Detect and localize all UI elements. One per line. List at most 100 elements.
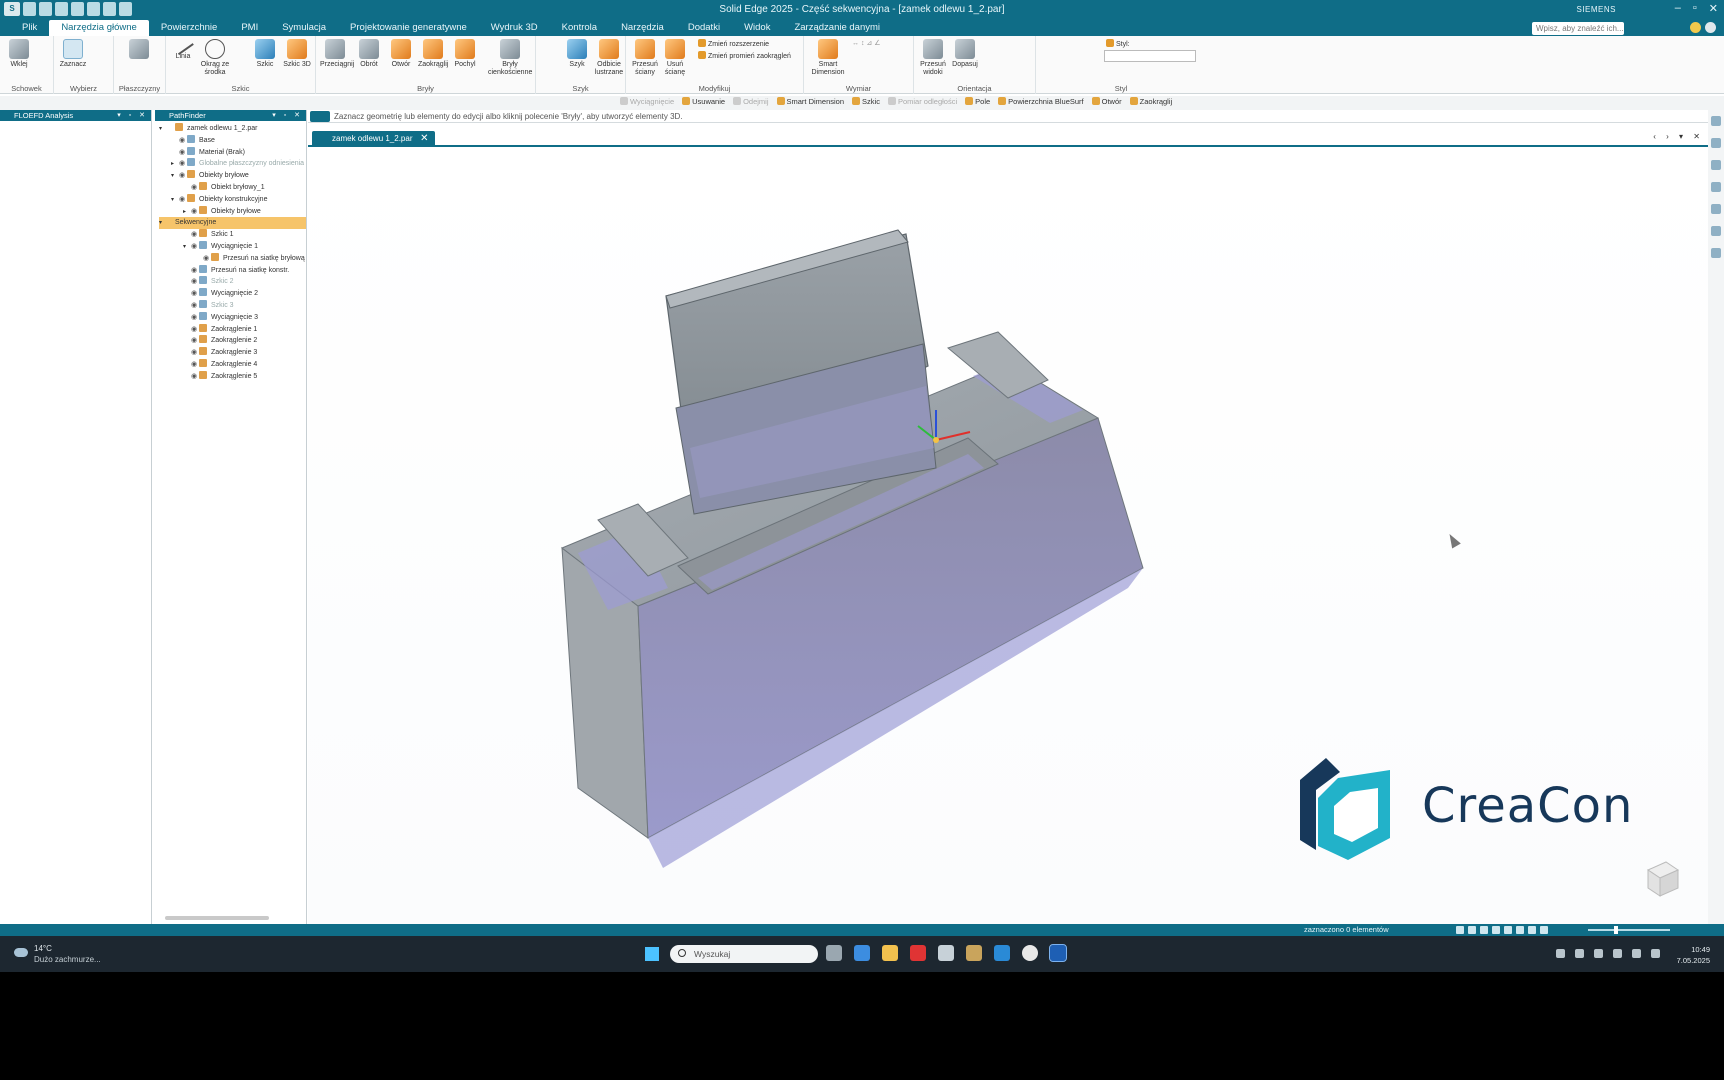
tree-node[interactable]: ◉ Materiał (Brak) [159,146,306,159]
snipping-tool-icon[interactable] [938,945,954,961]
cmd-measure-distance[interactable]: Pomiar odległości [888,97,957,106]
notes-icon[interactable] [966,945,982,961]
cmd-remove[interactable]: Usuwanie [682,97,725,106]
thin-wall-button[interactable]: Bryły cienkościenne [488,39,532,77]
visibility-icon[interactable]: ◉ [179,147,187,159]
visibility-icon[interactable]: ◉ [191,182,199,194]
tab-dodatki[interactable]: Dodatki [676,20,732,36]
store-icon[interactable] [994,945,1010,961]
opera-icon[interactable] [910,945,926,961]
fit-view-icon[interactable] [1480,926,1488,934]
cmd-bluesurf[interactable]: Powierzchnia BlueSurf [998,97,1083,106]
views-icon[interactable] [1516,926,1524,934]
sketch-button[interactable]: Szkic [250,39,280,69]
zoom-slider-handle[interactable] [1614,926,1618,934]
rotate-icon[interactable] [1504,926,1512,934]
visibility-icon[interactable]: ◉ [203,253,211,265]
visibility-icon[interactable]: ◉ [191,347,199,359]
tab-powierzchnie[interactable]: Powierzchnie [149,20,230,36]
battery-icon[interactable] [1651,949,1660,958]
visibility-icon[interactable]: ◉ [179,194,187,206]
maximize-button[interactable]: ▫ [1693,2,1697,15]
visibility-icon[interactable]: ◉ [191,335,199,347]
round-button[interactable]: Zaokrąglij [418,39,448,69]
visibility-icon[interactable]: ◉ [191,206,199,218]
fit-button[interactable]: Dopasuj [950,39,980,69]
task-view-icon[interactable] [826,945,842,961]
help-icon[interactable] [1705,22,1716,33]
tool-icon-6[interactable] [1711,226,1721,236]
change-round-radius-button[interactable]: Zmień promień zaokrągleń [698,51,791,60]
copilot-icon[interactable] [854,945,870,961]
tree-node[interactable]: ◉ Przesuń na siatkę bryłową [159,252,306,265]
tree-node[interactable]: ▾ ◉ Wyciągnięcie 1 [159,240,306,253]
tree-node[interactable]: ▸ ◉ Obiekty bryłowe [159,205,306,218]
document-tab[interactable]: zamek odlewu 1_2.par ✕ [312,131,435,147]
change-extension-button[interactable]: Zmień rozszerzenie [698,39,769,48]
mirror-button[interactable]: Odbicie lustrzane [594,39,624,77]
visibility-icon[interactable]: ◉ [191,300,199,312]
select-button[interactable]: Zaznacz [58,39,88,69]
visibility-icon[interactable]: ◉ [191,371,199,383]
paste-button[interactable]: Wklej [4,39,34,69]
visibility-icon[interactable]: ◉ [179,170,187,182]
tab-pmi[interactable]: PMI [229,20,270,36]
display-icon[interactable] [1540,926,1548,934]
volume-icon[interactable] [1632,949,1641,958]
tree-node[interactable]: ◉ Zaokrąglenie 5 [159,370,306,383]
visibility-icon[interactable]: ◉ [191,288,199,300]
sketch-3d-button[interactable]: Szkic 3D [282,39,312,69]
command-search-input[interactable]: Wpisz, aby znaleźć ich... [1532,22,1624,35]
document-window-controls[interactable]: ‹ › ▾ ✕ [1653,132,1704,141]
tree-node[interactable]: ◉ Szkic 2 [159,276,306,288]
tool-icon-4[interactable] [1711,182,1721,192]
pan-icon[interactable] [1492,926,1500,934]
expand-toggle-icon[interactable]: ▾ [171,171,179,182]
tree-node[interactable]: ◉ Szkic 1 [159,229,306,241]
tab-widok[interactable]: Widok [732,20,782,36]
move-faces-button[interactable]: Przesuń ściany [630,39,660,77]
visibility-icon[interactable]: ◉ [191,265,199,277]
tree-node[interactable]: ▸ ◉ Globalne płaszczyzny odniesienia [159,158,306,170]
tree-node[interactable]: ◉ Wyciągnięcie 2 [159,288,306,300]
tool-icon-2[interactable] [1711,138,1721,148]
move-views-button[interactable]: Przesuń widoki [918,39,948,77]
tree-node[interactable]: ◉ Przesuń na siatkę konstr. [159,264,306,277]
draft-button[interactable]: Pochyl [450,39,480,69]
wifi-icon[interactable] [1613,949,1622,958]
usb-icon[interactable] [1594,949,1603,958]
tree-node[interactable]: ◉ Obiekt bryłowy_1 [159,181,306,194]
tree-node[interactable]: ▾ ◉ Obiekty bryłowe [159,170,306,182]
view-cube-icon[interactable] [1640,858,1682,900]
taskbar-clock[interactable]: 10:49 7.05.2025 [1677,944,1710,966]
tool-icon-3[interactable] [1711,160,1721,170]
hole-button[interactable]: Otwór [386,39,416,69]
tree-node[interactable]: ◉ Zaokrąglenie 3 [159,347,306,359]
cmd-subtract[interactable]: Odejmij [733,97,768,106]
solid-edge-taskbar-icon[interactable] [1049,944,1067,962]
tree-node[interactable]: ◉ Zaokrąglenie 4 [159,358,306,371]
tab-narzedzia-glowne[interactable]: Narzędzia główne [49,20,149,36]
expand-toggle-icon[interactable]: ▸ [183,207,191,218]
tab-projektowanie-generatywne[interactable]: Projektowanie generatywne [338,20,479,36]
cmd-round[interactable]: Zaokrąglij [1130,97,1173,106]
tree-scrollbar[interactable] [165,916,269,920]
visibility-icon[interactable]: ◉ [191,324,199,336]
visibility-icon[interactable]: ◉ [191,241,199,253]
expand-toggle-icon[interactable]: ▾ [183,242,191,253]
visibility-icon[interactable]: ◉ [179,135,187,147]
close-tab-icon[interactable]: ✕ [420,131,428,147]
close-button[interactable]: ✕ [1709,2,1718,15]
tree-node[interactable]: ◉ Zaokrąglenie 1 [159,323,306,336]
zoom-area-icon[interactable] [1456,926,1464,934]
cmd-area[interactable]: Pole [965,97,990,106]
tree-node[interactable]: ◉ Base [159,134,306,147]
expand-toggle-icon[interactable]: ▾ [171,195,179,206]
panel-pin-icon[interactable]: ▾ ▫ ✕ [117,110,148,121]
cmd-smart-dimension[interactable]: Smart Dimension [777,97,845,106]
tray-chevron-icon[interactable] [1556,949,1565,958]
dimension-tools[interactable]: ↔ ↕ ⊿ ∠ [852,39,880,47]
tab-symulacja[interactable]: Symulacja [270,20,338,36]
onedrive-icon[interactable] [1575,949,1584,958]
visibility-icon[interactable]: ◉ [179,158,187,170]
